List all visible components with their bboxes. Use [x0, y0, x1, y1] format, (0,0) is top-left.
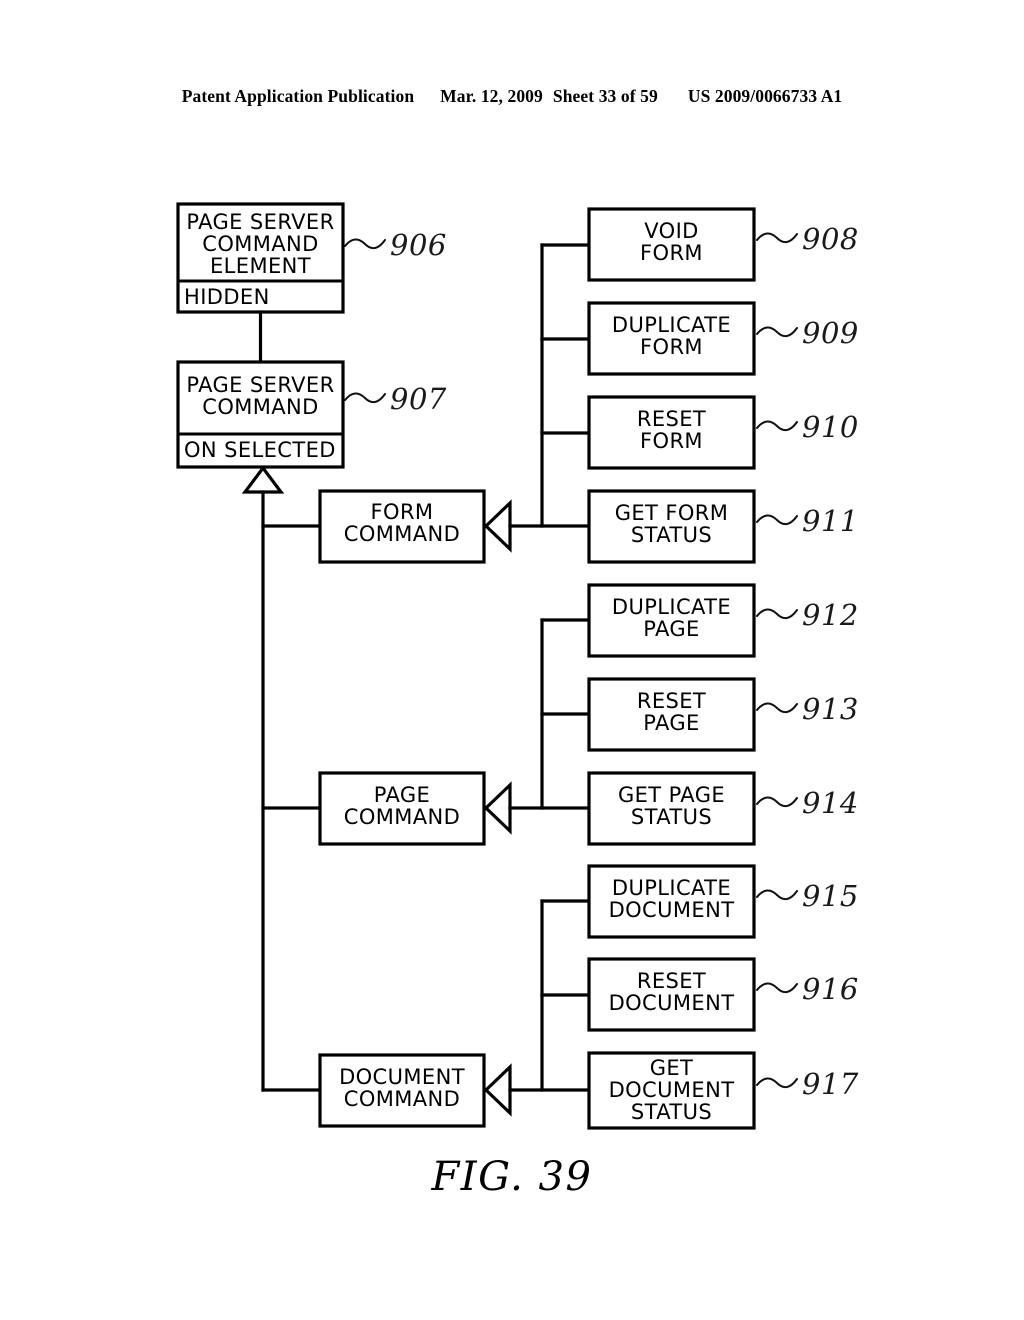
ref-number-908: 908: [802, 222, 859, 256]
page-command-label-line-2: COMMAND: [344, 805, 460, 829]
command-909-label-line-1: DUPLICATE: [612, 313, 731, 337]
command-910-label-line-2: FORM: [640, 429, 703, 453]
ref-number-917: 917: [802, 1067, 859, 1101]
command-916-label-line-1: RESET: [637, 969, 706, 993]
ref-number-914: 914: [802, 786, 859, 820]
ref-leader-line-914: [756, 796, 798, 808]
ref-leader-914: 914: [756, 786, 859, 820]
command-914-label-line-1: GET PAGE: [618, 783, 725, 807]
ref-leader-915: 915: [756, 879, 859, 913]
class-box-907[interactable]: PAGE SERVER COMMAND ON SELECTED: [176, 360, 345, 469]
page-generalization-triangle-icon: [483, 781, 512, 835]
document-generalization-triangle-icon: [483, 1063, 512, 1117]
command-915-label-line-1: DUPLICATE: [612, 876, 731, 900]
figure-caption: FIG. 39: [431, 1154, 593, 1200]
ref-number-907: 907: [390, 382, 447, 416]
command-box-908[interactable]: VOID FORM: [587, 207, 756, 282]
ref-leader-line-916: [756, 982, 798, 994]
ref-leader-line-911: [756, 514, 798, 526]
ref-leader-line-915: [756, 889, 798, 901]
ref-number-911: 911: [802, 504, 859, 538]
page-command-label-line-1: PAGE: [374, 783, 430, 807]
command-913-label-line-2: PAGE: [643, 711, 699, 735]
ref-leader-917: 917: [756, 1067, 859, 1101]
command-912-label-line-1: DUPLICATE: [612, 595, 731, 619]
generalization-triangle-icon: [241, 465, 285, 494]
ref-leader-916: 916: [756, 972, 859, 1006]
command-box-915[interactable]: DUPLICATE DOCUMENT: [587, 864, 756, 939]
command-box-912[interactable]: DUPLICATE PAGE: [587, 583, 756, 658]
command-915-label-line-2: DOCUMENT: [609, 898, 735, 922]
command-911-label-line-2: STATUS: [631, 523, 712, 547]
command-box-909[interactable]: DUPLICATE FORM: [587, 301, 756, 376]
command-box-910[interactable]: RESET FORM: [587, 395, 756, 470]
class-906-name-line-2: COMMAND: [202, 232, 318, 256]
command-916-label-line-2: DOCUMENT: [609, 991, 735, 1015]
figure-39-diagram: PAGE SERVER COMMAND ELEMENT HIDDEN 906 P…: [176, 202, 859, 1200]
command-box-911[interactable]: GET FORM STATUS: [587, 489, 756, 564]
ref-leader-line-913: [756, 702, 798, 714]
command-box-916[interactable]: RESET DOCUMENT: [587, 957, 756, 1032]
command-box-914[interactable]: GET PAGE STATUS: [587, 771, 756, 846]
class-box-906[interactable]: PAGE SERVER COMMAND ELEMENT HIDDEN: [176, 202, 345, 314]
class-906-name-line-3: ELEMENT: [210, 254, 311, 278]
ref-leader-line-907: [344, 392, 386, 404]
class-907-name-line-1: PAGE SERVER: [186, 373, 334, 397]
ref-leader-910: 910: [756, 410, 859, 444]
document-command-label-line-2: COMMAND: [344, 1087, 460, 1111]
command-911-label-line-1: GET FORM: [615, 501, 729, 525]
class-906-attribute-hidden: HIDDEN: [184, 285, 270, 309]
ref-number-913: 913: [802, 692, 859, 726]
ref-number-910: 910: [802, 410, 859, 444]
ref-number-916: 916: [802, 972, 859, 1006]
ref-leader-908: 908: [756, 222, 859, 256]
class-907-attribute-on-selected: ON SELECTED: [184, 438, 336, 462]
ref-number-912: 912: [802, 598, 859, 632]
document-command-box[interactable]: DOCUMENT COMMAND: [318, 1053, 486, 1128]
ref-leader-line-917: [756, 1077, 798, 1089]
ref-leader-909: 909: [756, 316, 859, 350]
class-906-name-line-1: PAGE SERVER: [186, 210, 334, 234]
ref-leader-line-910: [756, 420, 798, 432]
ref-leader-line-909: [756, 326, 798, 338]
command-913-label-line-1: RESET: [637, 689, 706, 713]
class-907-name-line-2: COMMAND: [202, 395, 318, 419]
command-908-label-line-1: VOID: [644, 219, 699, 243]
form-command-label-line-1: FORM: [371, 500, 434, 524]
form-generalization-triangle-icon: [483, 499, 512, 553]
ref-leader-906: 906: [344, 228, 447, 262]
ref-leader-line-912: [756, 608, 798, 620]
command-909-label-line-2: FORM: [640, 335, 703, 359]
ref-number-909: 909: [802, 316, 859, 350]
ref-leader-907: 907: [344, 382, 447, 416]
ref-leader-912: 912: [756, 598, 859, 632]
command-910-label-line-1: RESET: [637, 407, 706, 431]
command-912-label-line-2: PAGE: [643, 617, 699, 641]
ref-leader-line-908: [756, 232, 798, 244]
ref-number-915: 915: [802, 879, 859, 913]
ref-leader-913: 913: [756, 692, 859, 726]
ref-number-906: 906: [390, 228, 447, 262]
command-917-label-line-3: STATUS: [631, 1100, 712, 1124]
form-command-label-line-2: COMMAND: [344, 522, 460, 546]
page-command-box[interactable]: PAGE COMMAND: [318, 771, 486, 846]
command-917-label-line-1: GET: [650, 1056, 694, 1080]
form-command-box[interactable]: FORM COMMAND: [318, 489, 486, 564]
command-box-913[interactable]: RESET PAGE: [587, 677, 756, 752]
command-917-label-line-2: DOCUMENT: [609, 1078, 735, 1102]
ref-leader-line-906: [344, 238, 386, 250]
ref-leader-911: 911: [756, 504, 859, 538]
command-box-917[interactable]: GET DOCUMENT STATUS: [587, 1051, 756, 1130]
command-908-label-line-2: FORM: [640, 241, 703, 265]
document-command-label-line-1: DOCUMENT: [339, 1065, 465, 1089]
command-914-label-line-2: STATUS: [631, 805, 712, 829]
